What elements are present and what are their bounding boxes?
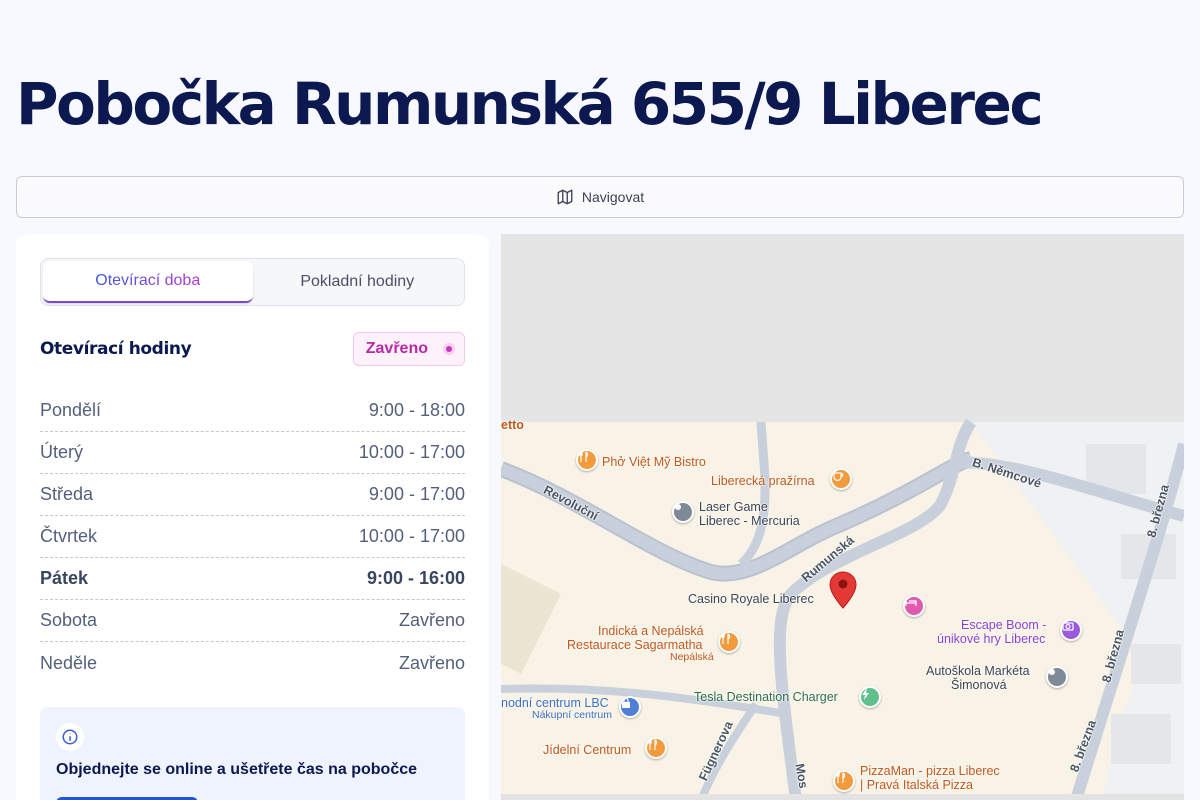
time-value: Zavřeno bbox=[398, 610, 465, 630]
poi-label: Jídelní Centrum bbox=[543, 743, 632, 757]
status-dot-icon bbox=[446, 346, 452, 352]
poi-sublabel: Nákupní centrum bbox=[532, 709, 612, 721]
hours-row: Úterý 10:00 - 17:00 bbox=[40, 432, 465, 474]
restaurant-icon[interactable] bbox=[645, 737, 667, 759]
poi-label: Tesla Destination Charger bbox=[694, 690, 838, 704]
map-icon bbox=[557, 189, 573, 205]
hours-title: Otevírací hodiny bbox=[40, 339, 192, 359]
poi-label: Restaurace Sagarmatha bbox=[567, 638, 703, 652]
poi-label: Šimonová bbox=[951, 678, 1007, 692]
page-title: Pobočka Rumunská 655/9 Liberec bbox=[16, 70, 1044, 138]
hours-header: Otevírací hodiny Zavřeno bbox=[40, 332, 465, 366]
status-badge: Zavřeno bbox=[352, 332, 465, 366]
day-label: Pátek bbox=[40, 568, 89, 588]
navigate-button[interactable]: Navigovat bbox=[16, 176, 1184, 218]
info-icon bbox=[56, 723, 84, 751]
day-label: Neděle bbox=[40, 652, 98, 673]
time-value: 9:00 - 16:00 bbox=[366, 568, 465, 588]
day-label: Středa bbox=[40, 484, 94, 504]
map-street-label: etto bbox=[501, 418, 524, 432]
poi-label: Phở Việt Mỹ Bistro bbox=[602, 455, 706, 469]
poi-label: únikové hry Liberec bbox=[937, 632, 1046, 646]
tab-cash-desk-hours[interactable]: Pokladní hodiny bbox=[253, 261, 463, 303]
tab-label: Pokladní hodiny bbox=[300, 273, 415, 290]
poi-label: Indická a Nepálská bbox=[598, 624, 704, 638]
poi-label: Casino Royale Liberec bbox=[688, 592, 814, 606]
hours-row: Sobota Zavřeno bbox=[40, 600, 465, 642]
poi-label: Autoškola Markéta bbox=[926, 664, 1030, 678]
place-icon[interactable] bbox=[1046, 666, 1068, 688]
branch-hours-card: Otevírací doba Pokladní hodiny Otevírací… bbox=[16, 234, 489, 800]
status-text: Zavřeno bbox=[365, 340, 428, 357]
hotel-icon[interactable] bbox=[903, 595, 925, 617]
camera-icon[interactable] bbox=[1060, 619, 1082, 641]
hours-row-today: Pátek 9:00 - 16:00 bbox=[40, 558, 465, 600]
day-label: Pondělí bbox=[40, 400, 102, 420]
navigate-label: Navigovat bbox=[581, 189, 645, 205]
hours-row: Čtvrtek 10:00 - 17:00 bbox=[40, 516, 465, 558]
day-label: Úterý bbox=[40, 442, 84, 462]
hours-row: Neděle Zavřeno bbox=[40, 642, 465, 684]
poi-label: PizzaMan - pizza Liberec bbox=[860, 764, 1000, 778]
time-value: 10:00 - 17:00 bbox=[358, 526, 465, 546]
hours-tabs: Otevírací doba Pokladní hodiny bbox=[40, 258, 465, 306]
poi-label: Laser Game bbox=[699, 500, 768, 514]
map[interactable]: etto Revoluční Rumunská B. Němcové 8. bř… bbox=[501, 234, 1184, 800]
poi-label: Liberecká pražírna bbox=[711, 474, 815, 488]
restaurant-icon[interactable] bbox=[576, 449, 598, 471]
time-value: Zavřeno bbox=[398, 652, 465, 673]
charging-icon[interactable] bbox=[859, 686, 881, 708]
poi-label: | Pravá Italská Pizza bbox=[860, 778, 974, 792]
poi-label: nodní centrum LBC bbox=[501, 696, 609, 710]
restaurant-icon[interactable] bbox=[718, 631, 740, 653]
poi-label: Liberec - Mercuria bbox=[699, 514, 800, 528]
tab-label: Otevírací doba bbox=[95, 272, 201, 289]
shopping-icon[interactable] bbox=[619, 696, 641, 718]
hours-row: Středa 9:00 - 17:00 bbox=[40, 474, 465, 516]
hours-list: Pondělí 9:00 - 18:00 Úterý 10:00 - 17:00 S… bbox=[40, 390, 465, 684]
time-value: 9:00 - 18:00 bbox=[368, 400, 465, 420]
day-label: Sobota bbox=[40, 610, 98, 630]
poi-sublabel: Nepálská bbox=[670, 651, 714, 663]
hours-row: Pondělí 9:00 - 18:00 bbox=[40, 390, 465, 432]
restaurant-icon[interactable] bbox=[833, 770, 855, 792]
poi-label: Escape Boom - bbox=[961, 618, 1047, 632]
day-label: Čtvrtek bbox=[40, 526, 98, 546]
time-value: 9:00 - 17:00 bbox=[368, 484, 465, 504]
location-marker-icon[interactable] bbox=[829, 571, 857, 609]
tab-opening-hours[interactable]: Otevírací doba bbox=[43, 261, 253, 303]
online-booking-promo: Objednejte se online a ušetřete čas na p… bbox=[40, 707, 465, 800]
place-icon[interactable] bbox=[672, 501, 694, 523]
time-value: 10:00 - 17:00 bbox=[358, 442, 465, 462]
cafe-icon[interactable] bbox=[830, 468, 852, 490]
promo-text: Objednejte se online a ušetřete čas na p… bbox=[56, 761, 418, 778]
